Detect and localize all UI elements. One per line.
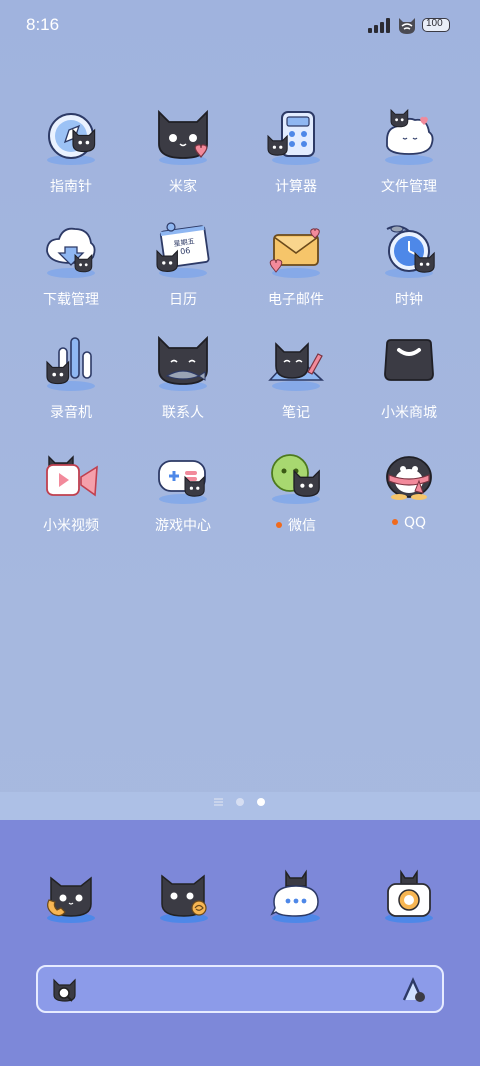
mi-store-icon bbox=[379, 334, 439, 394]
app-label: 小米商城 bbox=[353, 402, 465, 422]
battery-level: 100 bbox=[426, 18, 443, 29]
notification-dot bbox=[391, 519, 398, 525]
mi-video-app[interactable]: 小米视频 bbox=[15, 439, 127, 539]
compass-icon bbox=[41, 108, 101, 168]
notification-dot bbox=[276, 522, 282, 528]
clock-icon bbox=[379, 221, 439, 281]
contacts-app[interactable]: 联系人 bbox=[127, 326, 239, 426]
app-label: 小米视频 bbox=[15, 515, 127, 535]
app-label-text: 米家 bbox=[169, 179, 197, 195]
mi-video-icon bbox=[41, 447, 101, 507]
app-label: 笔记 bbox=[240, 402, 352, 422]
app-label-text: 时钟 bbox=[395, 292, 423, 308]
download-manager-icon bbox=[41, 221, 101, 281]
compass-app[interactable]: 指南针 bbox=[15, 100, 127, 200]
app-label: 电子邮件 bbox=[240, 289, 352, 309]
dock bbox=[0, 820, 480, 1066]
calculator-icon bbox=[266, 108, 326, 168]
app-label-text: 微信 bbox=[288, 518, 316, 534]
app-label-text: 游戏中心 bbox=[155, 518, 211, 534]
app-label: 微信 bbox=[240, 515, 352, 535]
app-label: 游戏中心 bbox=[127, 515, 239, 535]
calendar-app[interactable]: 星期五 06 日历 bbox=[127, 213, 239, 313]
wifi-icon bbox=[396, 14, 418, 36]
contacts-icon bbox=[153, 334, 213, 394]
calendar-day: 06 bbox=[180, 246, 191, 256]
messages-app[interactable] bbox=[266, 868, 326, 928]
app-label-text: 日历 bbox=[169, 292, 197, 308]
app-label: 文件管理 bbox=[353, 176, 465, 196]
app-label: 下载管理 bbox=[15, 289, 127, 309]
clock-app[interactable]: 时钟 bbox=[353, 213, 465, 313]
notes-app[interactable]: 笔记 bbox=[240, 326, 352, 426]
search-cat-icon[interactable] bbox=[52, 977, 80, 1003]
app-label-text: 小米视频 bbox=[43, 518, 99, 534]
page-indicator-bar bbox=[0, 792, 480, 820]
browser-icon bbox=[160, 874, 208, 923]
app-label-text: 文件管理 bbox=[381, 179, 437, 195]
page-dot-1[interactable] bbox=[236, 798, 244, 806]
mijia-icon bbox=[153, 108, 213, 168]
email-icon bbox=[266, 221, 326, 281]
page-dot-2[interactable] bbox=[257, 798, 265, 806]
recorder-icon bbox=[41, 334, 101, 394]
app-label: 录音机 bbox=[15, 402, 127, 422]
download-manager-app[interactable]: 下载管理 bbox=[15, 213, 127, 313]
status-time: 8:16 bbox=[26, 15, 60, 34]
app-label: 日历 bbox=[127, 289, 239, 309]
game-center-icon bbox=[153, 447, 213, 507]
app-drawer-icon[interactable] bbox=[214, 797, 224, 807]
status-bar: 8:16 100 bbox=[0, 0, 480, 50]
app-label-text: 电子邮件 bbox=[268, 292, 324, 308]
mi-store-app[interactable]: 小米商城 bbox=[353, 326, 465, 426]
file-manager-app[interactable]: 文件管理 bbox=[353, 100, 465, 200]
file-manager-icon bbox=[379, 108, 439, 168]
calculator-app[interactable]: 计算器 bbox=[240, 100, 352, 200]
game-center-app[interactable]: 游戏中心 bbox=[127, 439, 239, 539]
mijia-app[interactable]: 米家 bbox=[127, 100, 239, 200]
home-screen: 8:16 100 指南针 米家 计算器 文件管理 下载管理 星期五 06 日历 … bbox=[0, 0, 480, 1066]
recorder-app[interactable]: 录音机 bbox=[15, 326, 127, 426]
app-label-text: 指南针 bbox=[50, 179, 92, 195]
app-label-text: 笔记 bbox=[282, 405, 310, 421]
signal-icon bbox=[368, 17, 390, 33]
notes-icon bbox=[266, 334, 326, 394]
app-label: 米家 bbox=[127, 176, 239, 196]
browser-app[interactable] bbox=[154, 868, 214, 928]
app-label-text: 联系人 bbox=[162, 405, 204, 421]
phone-app[interactable] bbox=[41, 868, 101, 928]
app-label-text: QQ bbox=[403, 515, 427, 531]
qq-icon bbox=[379, 447, 439, 507]
phone-icon bbox=[47, 876, 95, 923]
app-label-text: 计算器 bbox=[275, 179, 317, 195]
camera-app[interactable] bbox=[379, 868, 439, 928]
assistant-icon[interactable] bbox=[400, 977, 428, 1003]
app-label-text: 下载管理 bbox=[43, 292, 99, 308]
app-label: 联系人 bbox=[127, 402, 239, 422]
app-label-text: 小米商城 bbox=[381, 405, 437, 421]
qq-app[interactable]: QQ bbox=[353, 439, 465, 539]
email-app[interactable]: 电子邮件 bbox=[240, 213, 352, 313]
camera-icon bbox=[385, 869, 433, 923]
wechat-icon bbox=[266, 447, 326, 507]
app-label-text: 录音机 bbox=[50, 405, 92, 421]
messages-icon bbox=[270, 869, 320, 923]
app-label: QQ bbox=[353, 515, 465, 531]
battery-icon: 100 bbox=[422, 16, 452, 34]
wechat-app[interactable]: 微信 bbox=[240, 439, 352, 539]
app-label: 指南针 bbox=[15, 176, 127, 196]
search-bar[interactable] bbox=[36, 965, 444, 1013]
calendar-icon: 星期五 06 bbox=[153, 221, 213, 281]
app-label: 计算器 bbox=[240, 176, 352, 196]
app-label: 时钟 bbox=[353, 289, 465, 309]
